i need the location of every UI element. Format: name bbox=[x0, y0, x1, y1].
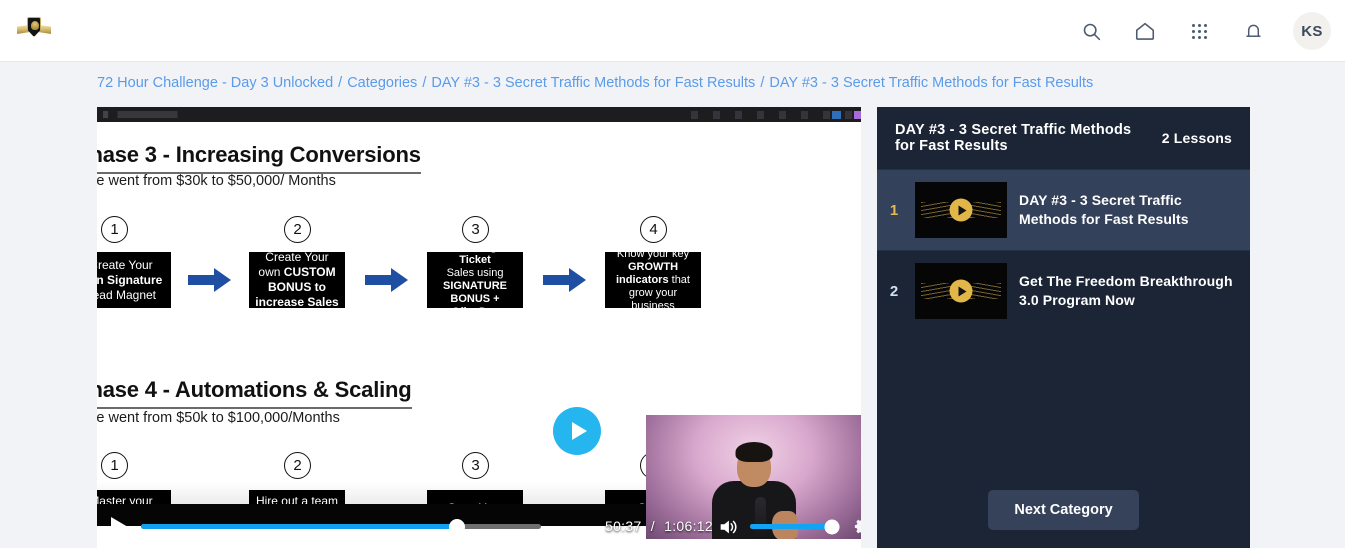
apps-grid-icon[interactable] bbox=[1185, 17, 1213, 45]
phase3-arrow-3 bbox=[543, 268, 586, 292]
breadcrumb-item-category[interactable]: DAY #3 - 3 Secret Traffic Methods for Fa… bbox=[431, 75, 755, 91]
phase3-step-number-3: 3 bbox=[462, 216, 489, 243]
lesson-title: Get The Freedom Breakthrough 3.0 Program… bbox=[1019, 273, 1233, 308]
phase3-step-number-1: 1 bbox=[101, 216, 128, 243]
settings-gear-icon[interactable] bbox=[854, 516, 861, 542]
volume-slider[interactable] bbox=[750, 519, 840, 534]
current-time: 50:37 bbox=[605, 518, 642, 534]
search-icon[interactable] bbox=[1077, 17, 1105, 45]
phase3-arrow-2 bbox=[365, 268, 408, 292]
phase4-title: Phase 4 - Automations & Scaling bbox=[97, 377, 412, 409]
breadcrumb-separator: / bbox=[338, 75, 343, 91]
next-category-button[interactable]: Next Category bbox=[988, 490, 1139, 530]
chrome-tab-strip bbox=[103, 111, 223, 118]
lesson-index: 1 bbox=[889, 201, 899, 219]
lesson-count-badge: 2 Lessons bbox=[1161, 130, 1232, 146]
seek-progress-fill bbox=[141, 524, 457, 529]
phase3-subtitle: We went from $30k to $50,000/ Months bbox=[97, 173, 336, 189]
eagle-shield-logo-icon bbox=[17, 16, 51, 46]
lesson-index: 2 bbox=[889, 282, 899, 300]
seek-handle[interactable] bbox=[449, 518, 465, 535]
thumbnail-wing-right bbox=[968, 202, 1001, 218]
breadcrumb-separator: / bbox=[422, 75, 427, 91]
phase4-subtitle: We went from $50k to $100,000/Months bbox=[97, 410, 340, 426]
logo-shield bbox=[27, 17, 41, 37]
avatar-initials: KS bbox=[1301, 22, 1323, 40]
lesson-thumbnail bbox=[915, 182, 1007, 238]
thumbnail-play-icon bbox=[949, 198, 973, 222]
phase3-step-number-2: 2 bbox=[284, 216, 311, 243]
top-header-bar: KS bbox=[0, 0, 1345, 62]
lesson-thumbnail bbox=[915, 263, 1007, 319]
center-play-button[interactable] bbox=[553, 407, 601, 455]
phase4-step-number-3: 3 bbox=[462, 452, 489, 479]
list-item[interactable]: 1 DAY #3 - 3 Secret Traffic Methods for … bbox=[877, 169, 1250, 250]
breadcrumb-item-categories[interactable]: Categories bbox=[347, 75, 417, 91]
chrome-icon-purple bbox=[854, 111, 861, 119]
lesson-title: DAY #3 - 3 Secret Traffic Methods for Fa… bbox=[1019, 192, 1189, 227]
phase4-step-number-1: 1 bbox=[101, 452, 128, 479]
breadcrumb-separator: / bbox=[760, 75, 765, 91]
play-button[interactable] bbox=[111, 517, 128, 537]
next-category-container: Next Category bbox=[877, 490, 1250, 530]
player-controls: 50:37 / 1:06:12 bbox=[97, 506, 861, 548]
brand-logo[interactable] bbox=[14, 11, 54, 51]
phase4-step-number-2: 2 bbox=[284, 452, 311, 479]
bell-icon[interactable] bbox=[1239, 17, 1267, 45]
panel-title: DAY #3 - 3 Secret Traffic Methods for Fa… bbox=[895, 122, 1132, 154]
phase3-step-box-2: Create Your own CUSTOM BONUS to increase Sa… bbox=[249, 250, 345, 309]
time-separator: / bbox=[650, 518, 655, 534]
phase3-step-box-4: Know your key GROWTH indicators that grow y… bbox=[605, 248, 701, 312]
phase3-step-box-3: Close High Ticket Sales using SIGNATURE BON… bbox=[427, 241, 523, 318]
recorded-browser-chrome bbox=[97, 107, 861, 122]
breadcrumb: 72 Hour Challenge - Day 3 Unlocked / Cat… bbox=[0, 62, 1345, 104]
thumbnail-wing-right bbox=[968, 283, 1001, 299]
volume-fill bbox=[750, 524, 832, 529]
phase3-step-box-1: Create Yourown SignatureLead Magnet bbox=[97, 252, 171, 308]
duration: 1:06:12 bbox=[664, 518, 713, 534]
video-player[interactable]: Phase 3 - Increasing Conversions We went… bbox=[97, 107, 861, 548]
breadcrumb-item-challenge[interactable]: 72 Hour Challenge - Day 3 Unlocked bbox=[97, 75, 333, 91]
panel-header: DAY #3 - 3 Secret Traffic Methods for Fa… bbox=[877, 107, 1250, 169]
lesson-sidebar-panel: DAY #3 - 3 Secret Traffic Methods for Fa… bbox=[877, 107, 1250, 548]
phase3-title: Phase 3 - Increasing Conversions bbox=[97, 142, 421, 174]
presenter-hair bbox=[735, 442, 772, 462]
chrome-icon-blue bbox=[832, 111, 841, 119]
time-display: 50:37 / 1:06:12 bbox=[605, 518, 713, 534]
user-avatar[interactable]: KS bbox=[1293, 12, 1331, 50]
phase3-step-number-4: 4 bbox=[640, 216, 667, 243]
seek-bar[interactable] bbox=[141, 518, 541, 535]
list-item[interactable]: 2 Get The Freedom Breakthrough 3.0 Progr… bbox=[877, 250, 1250, 331]
header-actions: KS bbox=[1077, 0, 1331, 62]
breadcrumb-item-lesson[interactable]: DAY #3 - 3 Secret Traffic Methods for Fa… bbox=[769, 75, 1093, 91]
home-icon[interactable] bbox=[1131, 17, 1159, 45]
volume-button[interactable] bbox=[717, 516, 739, 543]
thumbnail-play-icon bbox=[949, 279, 973, 303]
phase3-arrow-1 bbox=[188, 268, 231, 292]
volume-handle[interactable] bbox=[824, 519, 840, 534]
